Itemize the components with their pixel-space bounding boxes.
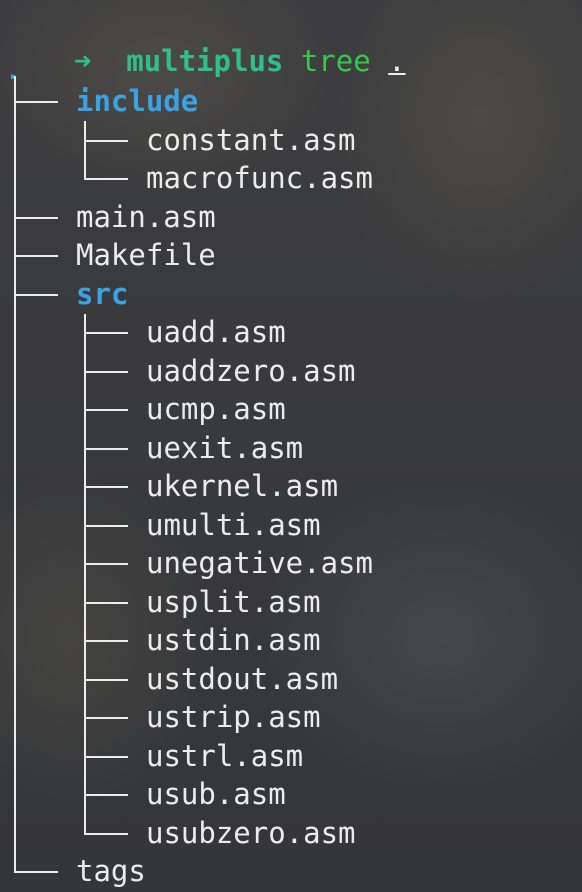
tree-file-entry: usubzero.asm [146,815,356,850]
tree-connector [84,794,128,796]
tree-file-entry: ustdout.asm [146,661,339,696]
tree-connector [84,139,128,142]
tree-connector [84,640,128,642]
tree-trunk-line [14,76,16,872]
tree-file-entry: umulti.asm [146,507,321,542]
tree-file-entry: tags [76,854,146,888]
tree-file-entry: usplit.asm [146,584,321,619]
tree-connector [84,524,128,527]
prompt-argument: . [388,44,406,78]
tree-connector [14,255,58,257]
tree-connector [84,755,128,758]
tree-file-entry: ustdin.asm [146,623,321,657]
tree-connector [84,409,128,411]
tree-file-entry: macrofunc.asm [146,161,373,195]
tree-directory-entry: src [76,276,129,311]
tree-connector [84,332,128,334]
tree-file-entry: uaddzero.asm [146,353,356,388]
tree-connector [84,563,128,565]
tree-file-entry: usub.asm [146,777,286,811]
tree-connector [84,832,128,835]
tree-connector [84,178,128,180]
tree-directory-entry: include [76,84,199,118]
tree-branch-line [84,121,86,179]
tree-file-entry: Makefile [76,238,216,272]
tree-root: . [4,52,22,86]
terminal-window[interactable]: ➜ multiplus tree . . include constant.asm… [0,0,582,892]
tree-connector [84,486,128,488]
prompt-line: ➜ multiplus tree . [4,4,406,78]
tree-connector [84,370,128,373]
prompt-directory: multiplus [126,44,284,78]
tree-file-entry: main.asm [76,199,216,234]
tree-file-entry: uadd.asm [146,315,286,349]
tree-file-entry: ucmp.asm [146,392,286,426]
tree-connector [84,601,128,604]
tree-file-entry: ustrip.asm [146,700,321,734]
prompt-arrow-icon: ➜ [73,44,92,78]
tree-connector [14,871,58,873]
tree-connector [84,678,128,681]
prompt-command: tree [300,44,371,78]
tree-file-entry: ukernel.asm [146,469,339,503]
tree-connector [14,216,58,219]
tree-file-entry: constant.asm [146,122,356,157]
tree-file-entry: unegative.asm [146,546,373,580]
tree-file-entry: uexit.asm [146,430,304,465]
tree-connector [14,101,58,103]
tree-connector [14,293,58,296]
tree-connector [84,717,128,719]
tree-connector [84,447,128,450]
tree-file-entry: ustrl.asm [146,738,304,773]
